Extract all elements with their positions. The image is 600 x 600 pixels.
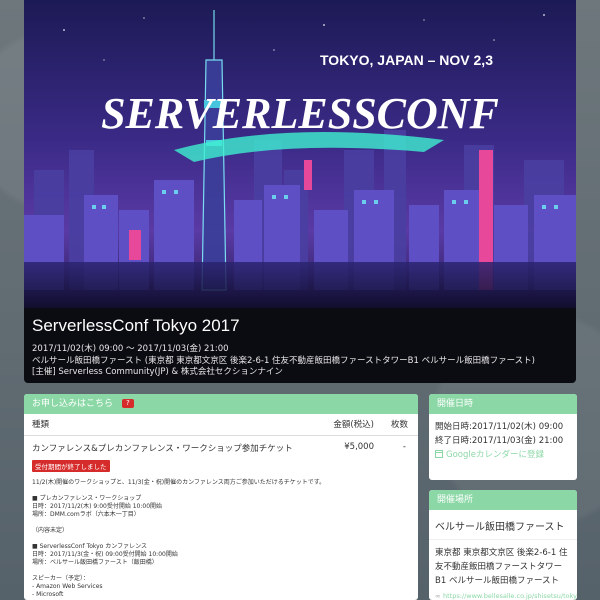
description-line: - Amazon Web Services [32, 583, 103, 590]
description-line: - Microsoft [32, 591, 64, 598]
date-panel-header: 開催日時 [429, 394, 577, 414]
ticket-table-header: 種類 金額(税込) 枚数 [24, 414, 418, 436]
description-line: 11/2(木)開催のワークショップと、11/3(金・祝)開催のカンファレンス両方… [32, 479, 326, 486]
ticket-price: ¥5,000 [344, 442, 374, 452]
description-line [32, 487, 410, 495]
hero-banner: TOKYO, JAPAN – NOV 2,3 SERVERLESSCONF [24, 0, 576, 308]
description-line: スピーカー（予定）： [32, 575, 90, 582]
event-title: ServerlessConf Tokyo 2017 [32, 316, 240, 335]
venue-address: 東京都 東京都文京区 後楽2-6-1 住友不動産飯田橋ファーストタワーB1 ベル… [435, 548, 568, 586]
ticket-panel: お申し込みはこちら ? 種類 金額(税込) 枚数 カンファレンス&プレカンファレ… [24, 394, 418, 600]
location-tag: TOKYO, JAPAN – NOV 2,3 [320, 52, 493, 68]
event-venue-line: ベルサール飯田橋ファースト (東京都 東京都文京区 後楽2-6-1 住友不動産飯… [32, 355, 535, 366]
event-datetime: 2017/11/02(木) 09:00 〜 2017/11/03(金) 21:0… [32, 344, 229, 354]
description-line [32, 535, 410, 543]
venue-panel-header: 開催場所 [429, 490, 577, 510]
start-datetime: 開始日時:2017/11/02(木) 09:00 [435, 422, 564, 432]
description-line: （内容未定） [32, 527, 69, 534]
venue-panel: 開催場所 ベルサール飯田橋ファースト 東京都 東京都文京区 後楽2-6-1 住友… [429, 490, 577, 600]
ticket-description: 11/2(木)開催のワークショップと、11/3(金・祝)開催のカンファレンス両方… [24, 473, 418, 599]
description-line: ■ プレカンファレンス・ワークショップ [32, 495, 142, 502]
column-qty: 枚数 [390, 420, 408, 430]
ticket-qty: - [402, 442, 406, 452]
event-info: ServerlessConf Tokyo 2017 2017/11/02(木) … [32, 312, 568, 379]
venue-url: https://www.bellesalle.co.jp/shisetsu/to… [443, 592, 577, 600]
help-icon[interactable]: ? [121, 399, 134, 408]
description-line: 日時：2017/11/3(金・祝) 09:00受付開始 10:00開始 [32, 551, 178, 558]
google-calendar-link[interactable]: Googleカレンダーに登録 [435, 448, 571, 462]
description-line: ■ ServerlessConf Tokyo カンファレンス [32, 543, 147, 550]
description-line [32, 519, 410, 527]
ticket-panel-title: お申し込みはこちら [32, 399, 114, 409]
conference-logo: SERVERLESSCONF [101, 89, 499, 138]
venue-url-link[interactable]: ∞ https://www.bellesalle.co.jp/shisetsu/t… [429, 588, 577, 600]
description-line: 場所：ベルサール飯田橋ファースト（飯田橋） [32, 559, 158, 566]
description-line [32, 567, 410, 575]
status-badge: 受付期間が終了しました [32, 460, 110, 472]
column-price: 金額(税込) [333, 420, 374, 430]
hero-skyline-illustration: TOKYO, JAPAN – NOV 2,3 SERVERLESSCONF [24, 0, 576, 308]
event-organizer: [主催] Serverless Community(JP) & 株式会社セクショ… [32, 367, 283, 377]
ticket-row: カンファレンス&プレカンファレンス・ワークショップ参加チケット 受付期間が終了し… [24, 436, 418, 473]
description-line: 場所：DMM.comラボ（六本木一丁目） [32, 511, 140, 518]
event-header-card: TOKYO, JAPAN – NOV 2,3 SERVERLESSCONF Se… [24, 0, 576, 383]
date-body: 開始日時:2017/11/02(木) 09:00 終了日時:2017/11/03… [429, 414, 577, 462]
calendar-icon [435, 450, 443, 458]
description-line: 日時：2017/11/2(木) 9:00受付開始 10:00開始 [32, 503, 163, 510]
link-icon: ∞ [435, 592, 441, 600]
venue-name: ベルサール飯田橋ファースト [429, 510, 577, 540]
google-calendar-label: Googleカレンダーに登録 [446, 450, 544, 460]
column-type: 種類 [32, 420, 50, 430]
end-datetime: 終了日時:2017/11/03(金) 21:00 [435, 436, 564, 446]
ticket-panel-header: お申し込みはこちら ? [24, 394, 418, 414]
date-panel: 開催日時 開始日時:2017/11/02(木) 09:00 終了日時:2017/… [429, 394, 577, 480]
